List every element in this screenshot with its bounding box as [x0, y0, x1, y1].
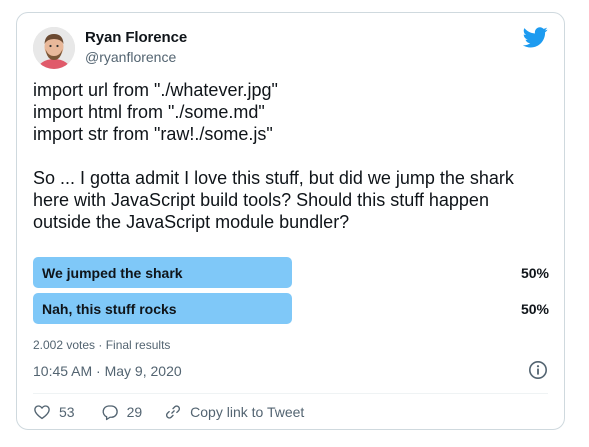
poll-option: Nah, this stuff rocks 50%: [33, 293, 551, 324]
poll: We jumped the shark 50% Nah, this stuff …: [33, 257, 551, 329]
poll-option-percent: 50%: [520, 265, 549, 281]
heart-icon: [34, 405, 50, 420]
like-button[interactable]: 53: [33, 403, 75, 421]
reply-count: 29: [126, 404, 143, 420]
tweet-line: So ... I gotta admit I love this stuff, …: [33, 168, 514, 188]
author-handle[interactable]: @ryanflorence: [85, 49, 176, 65]
tweet-actions: 53 29 Copy link to Tweet: [33, 401, 304, 423]
tweet-line: import url from "./whatever.jpg": [33, 80, 278, 100]
tweet-line: import html from "./some.md": [33, 102, 265, 122]
poll-option-label: Nah, this stuff rocks: [42, 301, 177, 317]
poll-option-percent: 50%: [520, 301, 549, 317]
poll-option-label: We jumped the shark: [42, 265, 183, 281]
avatar-image: [33, 27, 75, 69]
info-icon[interactable]: [528, 360, 548, 380]
poll-option: We jumped the shark 50%: [33, 257, 551, 288]
divider: [33, 393, 548, 394]
copy-link-button[interactable]: Copy link to Tweet: [164, 403, 304, 421]
author-name[interactable]: Ryan Florence: [85, 29, 187, 46]
copy-link-label: Copy link to Tweet: [190, 404, 305, 420]
tweet-line: outside the JavaScript module bundler?: [33, 212, 350, 232]
twitter-bird-icon[interactable]: [523, 27, 548, 48]
reply-button[interactable]: 29: [101, 403, 143, 421]
tweet-line: here with JavaScript build tools? Should…: [33, 190, 489, 210]
like-count: 53: [59, 404, 75, 420]
reply-icon: [102, 405, 118, 421]
poll-summary: 2.002 votes · Final results: [33, 338, 171, 352]
tweet-text: import url from "./whatever.jpg" import …: [33, 79, 553, 233]
avatar[interactable]: [33, 27, 75, 69]
tweet-timestamp[interactable]: 10:45 AM · May 9, 2020: [33, 363, 182, 379]
tweet-line: import str from "raw!./some.js": [33, 124, 273, 144]
link-icon: [166, 405, 181, 419]
tweet-card: Ryan Florence @ryanflorence import url f…: [16, 12, 565, 430]
